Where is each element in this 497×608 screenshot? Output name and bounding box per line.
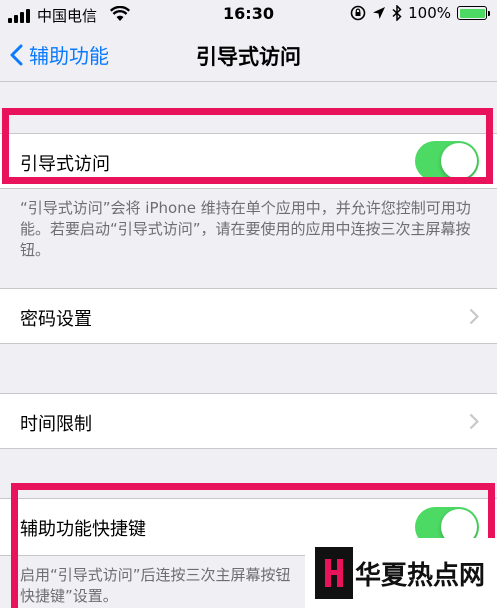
watermark-logo [315, 547, 353, 599]
status-bar: 中国电信 16:30 100% [0, 0, 497, 30]
highlight-box-guided-access [2, 108, 493, 184]
navigation-bar: 辅助功能 引导式访问 [0, 30, 497, 82]
watermark-text: 华夏热点网 [355, 561, 486, 591]
chevron-right-icon [469, 308, 479, 325]
location-icon [373, 7, 386, 19]
battery-icon [457, 6, 490, 20]
passcode-settings-label: 密码设置 [20, 309, 92, 330]
watermark: 华夏热点网 [305, 538, 497, 608]
chevron-right-icon [469, 413, 479, 430]
time-limits-label: 时间限制 [20, 414, 92, 435]
guided-access-description: “引导式访问”会将 iPhone 维持在单个应用中，并允许您控制可用功能。若要启… [20, 199, 471, 259]
page-title: 引导式访问 [196, 45, 301, 69]
battery-percent: 100% [408, 4, 451, 22]
passcode-settings-row[interactable]: 密码设置 [0, 288, 497, 344]
time-limits-row[interactable]: 时间限制 [0, 393, 497, 449]
rotation-lock-icon [350, 5, 366, 21]
bluetooth-icon [392, 5, 402, 21]
status-right-group: 100% [350, 4, 490, 22]
